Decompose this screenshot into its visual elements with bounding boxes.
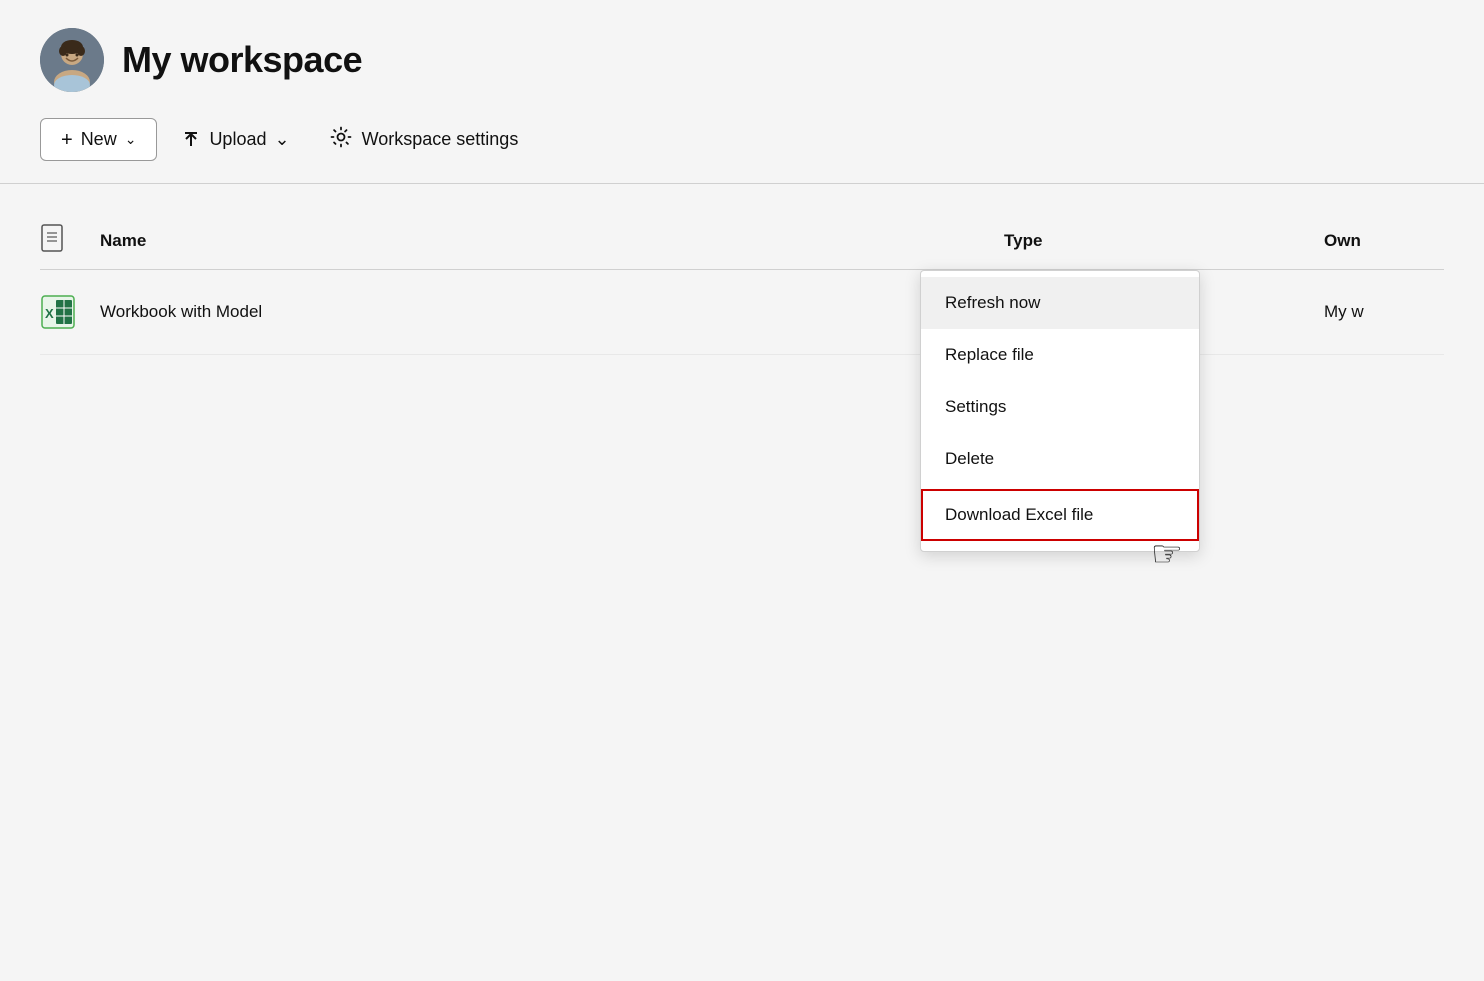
upload-label: Upload <box>209 129 266 150</box>
chevron-down-icon: ⌄ <box>125 131 137 148</box>
svg-text:X: X <box>45 306 54 321</box>
avatar <box>40 28 104 92</box>
col-icon-header <box>40 224 100 257</box>
context-menu: Refresh now Replace file Settings Delete… <box>920 270 1200 552</box>
header: My workspace + New ⌄ Upload ⌄ <box>0 0 1484 183</box>
main-container: My workspace + New ⌄ Upload ⌄ <box>0 0 1484 981</box>
context-menu-replace[interactable]: Replace file <box>921 329 1199 381</box>
cursor-pointer-icon: ☞ <box>1151 533 1183 575</box>
upload-button[interactable]: Upload ⌄ <box>165 119 305 160</box>
context-menu-download-excel[interactable]: Download Excel file ☞ <box>921 489 1199 541</box>
upload-arrow-icon <box>181 130 201 150</box>
col-owner-header: Own <box>1324 231 1444 251</box>
context-menu-delete[interactable]: Delete <box>921 433 1199 485</box>
row-item-name: Workbook with Model <box>100 302 1004 322</box>
new-label: New <box>81 129 117 150</box>
workspace-settings-label: Workspace settings <box>362 129 519 150</box>
row-excel-icon: X <box>40 294 100 330</box>
workspace-title: My workspace <box>122 39 362 81</box>
context-menu-settings[interactable]: Settings <box>921 381 1199 433</box>
col-type-header: Type <box>1004 231 1324 251</box>
toolbar: + New ⌄ Upload ⌄ <box>40 116 1444 183</box>
new-button[interactable]: + New ⌄ <box>40 118 157 161</box>
plus-icon: + <box>61 130 73 150</box>
gear-icon <box>330 126 352 153</box>
upload-chevron-icon: ⌄ <box>274 129 289 150</box>
workspace-settings-button[interactable]: Workspace settings <box>314 116 535 163</box>
table-row[interactable]: X Workbook with Model ··· Workbook My w … <box>40 270 1444 355</box>
table-header: Name Type Own <box>40 212 1444 270</box>
context-menu-refresh[interactable]: Refresh now <box>921 277 1199 329</box>
content-area: Name Type Own X Workbook with Model · <box>0 184 1484 355</box>
col-name-header: Name <box>100 231 1004 251</box>
row-owner: My w <box>1324 302 1444 322</box>
workspace-title-row: My workspace <box>40 28 1444 92</box>
